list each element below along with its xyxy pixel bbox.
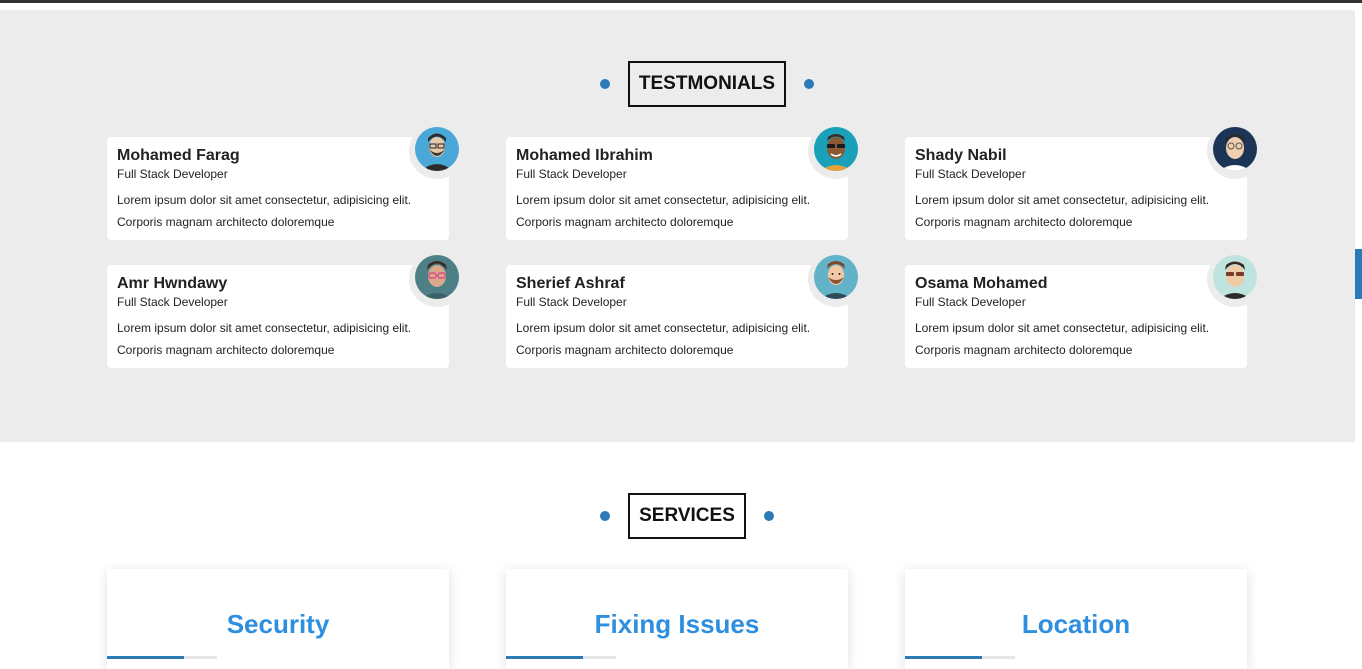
testimonial-name: Sherief Ashraf [516,275,625,292]
services-title: SERVICES [628,493,746,539]
testimonial-text: Lorem ipsum dolor sit amet consectetur, … [117,317,439,361]
testimonial-name: Amr Hwndawy [117,275,228,292]
testimonials-title: TESTMONIALS [628,61,786,107]
testimonial-name: Mohamed Ibrahim [516,147,653,164]
service-title: Security [226,609,330,639]
testimonial-line: Lorem ipsum dolor sit amet consectetur, … [117,193,412,207]
service-card-security[interactable]: Security [107,569,449,669]
testimonial-card: Sherief Ashraf Full Stack Developer Lore… [506,265,848,368]
testimonial-role: Full Stack Developer [117,295,228,309]
avatar [808,251,864,307]
testimonial-line: Corporis magnam architecto doloremque [516,343,734,357]
scroll-indicator[interactable] [1355,249,1362,299]
testimonial-role: Full Stack Developer [915,295,1026,309]
avatar-man-beard-icon [814,255,858,299]
testimonial-line: Lorem ipsum dolor sit amet consectetur, … [915,193,1210,207]
testimonial-card: Amr Hwndawy Full Stack Developer Lorem i… [107,265,449,368]
avatar [808,123,864,179]
testimonial-line: Corporis magnam architecto doloremque [117,215,335,229]
testimonial-text: Lorem ipsum dolor sit amet consectetur, … [915,189,1237,233]
top-border [0,0,1362,3]
title-dot-left [600,79,610,89]
testimonial-name: Osama Mohamed [915,275,1048,292]
avatar-man-beard-glasses-icon [415,127,459,171]
avatar-man-glasses-icon [1213,127,1257,171]
avatar [409,251,465,307]
service-card-fixing-issues[interactable]: Fixing Issues [506,569,848,669]
testimonial-text: Lorem ipsum dolor sit amet consectetur, … [516,317,838,361]
testimonial-name: Mohamed Farag [117,147,240,164]
service-title: Location [1021,609,1131,639]
testimonial-line: Lorem ipsum dolor sit amet consectetur, … [117,321,412,335]
testimonial-line: Corporis magnam architecto doloremque [915,343,1133,357]
service-card-location[interactable]: Location [905,569,1247,669]
testimonial-role: Full Stack Developer [117,167,228,181]
testimonial-card: Osama Mohamed Full Stack Developer Lorem… [905,265,1247,368]
testimonial-line: Lorem ipsum dolor sit amet consectetur, … [915,321,1210,335]
testimonial-line: Lorem ipsum dolor sit amet consectetur, … [516,321,811,335]
title-dot-right [804,79,814,89]
testimonial-line: Corporis magnam architecto doloremque [915,215,1133,229]
testimonial-line: Corporis magnam architecto doloremque [117,343,335,357]
testimonial-card: Shady Nabil Full Stack Developer Lorem i… [905,137,1247,240]
avatar-man-pink-glasses-icon [415,255,459,299]
testimonial-line: Lorem ipsum dolor sit amet consectetur, … [516,193,811,207]
testimonial-card: Mohamed Ibrahim Full Stack Developer Lor… [506,137,848,240]
avatar-man-sunglasses-icon [814,127,858,171]
service-title: Fixing Issues [594,609,760,639]
avatar [1207,251,1263,307]
testimonial-text: Lorem ipsum dolor sit amet consectetur, … [516,189,838,233]
testimonial-card: Mohamed Farag Full Stack Developer Lorem… [107,137,449,240]
avatar-man-shades-icon [1213,255,1257,299]
testimonial-name: Shady Nabil [915,147,1007,164]
testimonial-text: Lorem ipsum dolor sit amet consectetur, … [117,189,439,233]
testimonial-role: Full Stack Developer [915,167,1026,181]
title-dot-right [764,511,774,521]
testimonial-text: Lorem ipsum dolor sit amet consectetur, … [915,317,1237,361]
testimonial-role: Full Stack Developer [516,167,627,181]
testimonial-line: Corporis magnam architecto doloremque [516,215,734,229]
avatar [1207,123,1263,179]
title-dot-left [600,511,610,521]
avatar [409,123,465,179]
testimonial-role: Full Stack Developer [516,295,627,309]
